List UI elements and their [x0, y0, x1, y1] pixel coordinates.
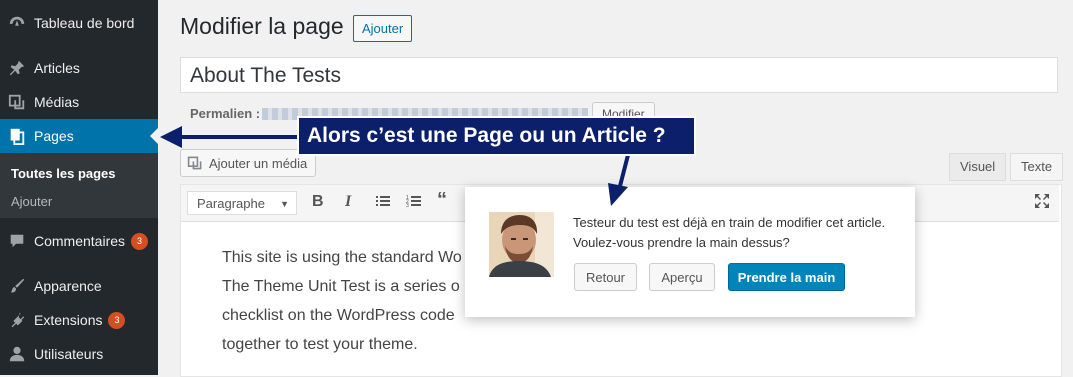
arrow-head-down	[608, 183, 628, 206]
annotation-arrows	[160, 126, 630, 206]
arrow-head-left	[160, 126, 182, 148]
arrow-to-dialog	[617, 154, 630, 191]
annotation-callout: Alors c’est une Page ou un Article ?	[297, 116, 696, 156]
